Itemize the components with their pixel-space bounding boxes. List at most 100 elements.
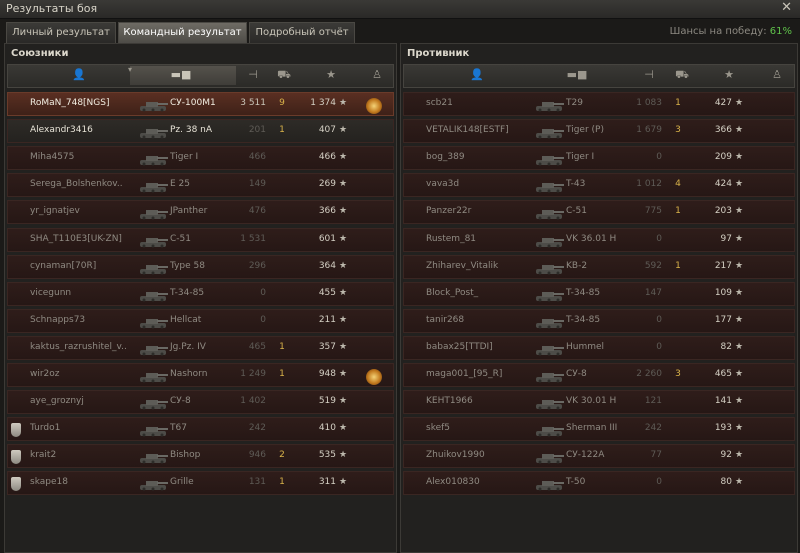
player-row[interactable]: KEHT1966 VK 30.01 H 121 141 ★: [403, 390, 795, 415]
player-row[interactable]: yr_ignatjev JPanther 476 366 ★: [7, 200, 394, 225]
player-name: aye_groznyj: [30, 396, 84, 407]
player-column-icon[interactable]: 👤: [470, 68, 484, 81]
tank-icon: [534, 98, 564, 113]
tank-icon: [140, 264, 168, 275]
tab-team-result[interactable]: Командный результат: [118, 22, 247, 43]
player-row[interactable]: VETALIK148[ESTF] Tiger (P) 1 679 3 366 ★: [403, 119, 795, 144]
player-row[interactable]: Zhuikov1990 СУ-122А 77 92 ★: [403, 444, 795, 469]
damage-value: 3 511: [240, 98, 266, 108]
player-row[interactable]: Alex010830 T-50 0 80 ★: [403, 471, 795, 496]
player-row[interactable]: wir2oz Nashorn 1 249 1 948 ★: [7, 363, 394, 387]
allies-panel: Союзники 👤 ▾ ▬■ ⊣ ⛟ ★ ♙ RoMaN_748[NGS] СУ…: [4, 43, 397, 553]
damage-value: 131: [248, 477, 266, 488]
player-row[interactable]: tanir268 T-34-85 0 177 ★: [403, 308, 795, 333]
tank-name: VK 30.01 H: [566, 396, 617, 407]
tank-icon: [138, 423, 168, 438]
player-row[interactable]: Miha4575 Tiger I 466 466 ★: [7, 146, 394, 171]
player-row[interactable]: kaktus_razrushitel_v.. Jg.Pz. IV 465 1 357 ★: [7, 335, 394, 360]
xp-value: 366: [318, 206, 336, 217]
tank-icon: [536, 156, 564, 166]
player-name: Rustem_81: [426, 233, 477, 244]
tank-icon: [140, 345, 168, 356]
player-row[interactable]: Rustem_81 VK 36.01 H 0 97 ★: [403, 227, 795, 252]
xp-value: 357: [318, 341, 336, 352]
player-row[interactable]: Alexandr3416 Pz. 38 nA 201 1 407 ★: [7, 119, 394, 144]
tank-name: KB-2: [566, 260, 588, 271]
player-row[interactable]: vicegunn T-34-85 0 455 ★: [7, 281, 394, 306]
medal-column-icon[interactable]: ♙: [770, 68, 784, 81]
tank-icon: [536, 210, 564, 220]
tank-icon: [536, 264, 564, 275]
xp-value: 466: [318, 152, 336, 163]
player-row[interactable]: bog_389 Tiger I 0 209 ★: [403, 146, 795, 171]
tank-icon: [138, 261, 168, 276]
xp-value: 97: [720, 233, 732, 244]
player-row[interactable]: RoMaN_748[NGS] СУ-100М1 3 511 9 1 374 ★: [7, 92, 394, 116]
tank-name: VK 36.01 H: [566, 233, 617, 244]
damage-column-icon[interactable]: ⊣: [642, 68, 656, 81]
xp-star-icon: ★: [339, 179, 348, 190]
damage-value: 2 260: [636, 369, 662, 379]
xp-value: 80: [720, 477, 732, 488]
player-row[interactable]: maga001_[95_R] СУ-8 2 260 3 465 ★: [403, 363, 795, 387]
close-icon[interactable]: ✕: [781, 0, 792, 15]
kills-column-icon[interactable]: ⛟: [674, 68, 690, 83]
player-row[interactable]: krait2 Bishop 946 2 535 ★: [7, 444, 394, 469]
medal-column-icon[interactable]: ♙: [370, 68, 384, 81]
tank-name: СУ-100М1: [170, 98, 216, 108]
player-row[interactable]: Turdo1 T67 242 410 ★: [7, 417, 394, 442]
player-row[interactable]: Serega_Bolshenkov.. E 25 149 269 ★: [7, 173, 394, 198]
player-row[interactable]: skef5 Sherman III 242 193 ★: [403, 417, 795, 442]
player-row[interactable]: Schnapps73 Hellcat 0 211 ★: [7, 308, 394, 333]
tank-icon: [140, 373, 168, 383]
player-row[interactable]: scb21 T29 1 083 1 427 ★: [403, 92, 795, 116]
xp-value: 92: [720, 450, 732, 461]
xp-value: 366: [714, 125, 732, 136]
tank-icon: [138, 369, 168, 384]
tank-icon: [536, 345, 564, 356]
player-row[interactable]: SHA_T110E3[UK-ZN] C-51 1 531 601 ★: [7, 227, 394, 252]
tank-icon: [536, 373, 564, 383]
player-column-icon[interactable]: 👤: [72, 68, 86, 81]
tank-icon: [534, 423, 564, 438]
tank-icon: [140, 156, 168, 166]
xp-star-icon: ★: [735, 450, 744, 461]
win-chance-label: Шансы на победу:: [669, 26, 767, 37]
player-row[interactable]: babax25[TTDI] Hummel 0 82 ★: [403, 335, 795, 360]
damage-column-icon[interactable]: ⊣: [246, 68, 260, 81]
player-row[interactable]: Zhiharev_Vitalik KB-2 592 1 217 ★: [403, 254, 795, 279]
tank-column-icon[interactable]: ▬■: [166, 68, 196, 81]
player-row[interactable]: aye_groznyj СУ-8 1 402 519 ★: [7, 390, 394, 415]
player-row[interactable]: skape18 Grille 131 1 311 ★: [7, 471, 394, 496]
player-row[interactable]: vava3d T-43 1 012 4 424 ★: [403, 173, 795, 198]
xp-star-icon: ★: [339, 125, 348, 136]
player-row[interactable]: Block_Post_ T-34-85 147 109 ★: [403, 281, 795, 306]
tank-icon: [138, 125, 168, 140]
tank-name: СУ-8: [566, 369, 587, 379]
xp-column-icon[interactable]: ★: [324, 68, 338, 81]
xp-star-icon: ★: [735, 98, 744, 108]
kills-column-icon[interactable]: ⛟: [276, 68, 292, 83]
player-row[interactable]: Panzer22r C-51 775 1 203 ★: [403, 200, 795, 225]
player-row[interactable]: cynaman[70R] Type 58 296 364 ★: [7, 254, 394, 279]
xp-star-icon: ★: [339, 287, 348, 298]
damage-value: 1 249: [240, 369, 266, 379]
sort-arrow-icon: ▾: [128, 65, 133, 74]
xp-star-icon: ★: [339, 369, 348, 379]
xp-value: 82: [720, 341, 732, 352]
tank-name: T29: [566, 98, 583, 108]
tab-personal-result[interactable]: Личный результат: [6, 22, 116, 43]
damage-value: 476: [248, 206, 266, 217]
tab-detailed-report[interactable]: Подробный отчёт: [249, 22, 355, 43]
tank-column-icon[interactable]: ▬■: [562, 68, 592, 81]
xp-star-icon: ★: [339, 314, 348, 325]
tank-icon: [140, 129, 168, 139]
tank-name: Grille: [170, 477, 194, 488]
tank-icon: [536, 481, 564, 491]
xp-value: 948: [318, 369, 336, 379]
player-name: yr_ignatjev: [30, 206, 80, 217]
xp-column-icon[interactable]: ★: [722, 68, 736, 81]
kills-value: 1: [675, 206, 681, 217]
player-name: VETALIK148[ESTF]: [426, 125, 509, 136]
tank-name: СУ-122А: [566, 450, 605, 461]
